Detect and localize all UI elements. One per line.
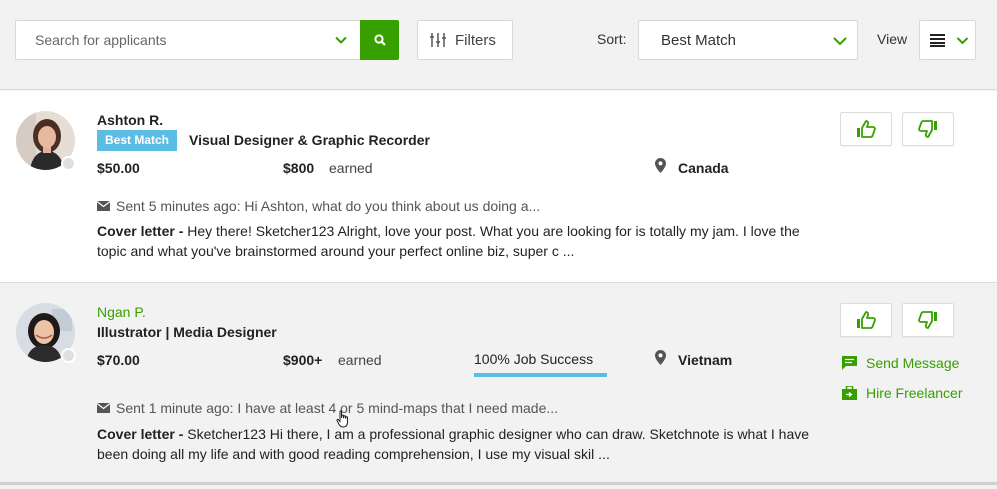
- hourly-rate: $70.00: [97, 352, 140, 368]
- envelope-icon: [97, 403, 110, 413]
- cover-letter-text: Sketcher123 Hi there, I am a professiona…: [97, 426, 810, 462]
- briefcase-icon: [842, 386, 857, 400]
- hourly-rate: $50.00: [97, 160, 140, 176]
- sort-value: Best Match: [661, 32, 737, 49]
- search-input[interactable]: [16, 21, 336, 59]
- search-icon: [373, 34, 386, 46]
- thumbs-up-icon: [857, 311, 876, 329]
- applicants-toolbar: Filters Sort: Best Match View: [0, 0, 997, 90]
- cover-letter-label: Cover letter -: [97, 223, 184, 239]
- cover-letter-text: Hey there! Sketcher123 Alright, love you…: [97, 223, 800, 259]
- envelope-icon: [97, 201, 110, 211]
- sort-select[interactable]: Best Match: [638, 20, 858, 60]
- send-message-link[interactable]: Send Message: [842, 355, 959, 371]
- chevron-down-icon: [833, 37, 847, 46]
- send-message-label: Send Message: [866, 355, 960, 371]
- applicant-name[interactable]: Ngan P.: [97, 304, 146, 320]
- chat-icon: [842, 356, 857, 370]
- filters-icon: [430, 33, 446, 47]
- thumbs-down-button[interactable]: [902, 303, 954, 337]
- earned-label: earned: [329, 160, 373, 176]
- map-pin-icon: [655, 350, 666, 365]
- applicant-title: Illustrator | Media Designer: [97, 324, 277, 340]
- sort-label: Sort:: [597, 31, 627, 47]
- cover-letter-label: Cover letter -: [97, 426, 184, 442]
- thumbs-down-icon: [918, 120, 937, 138]
- best-match-badge: Best Match: [97, 130, 178, 151]
- view-label: View: [877, 31, 908, 47]
- applicant-location: Vietnam: [678, 352, 733, 368]
- job-success-score: 100% Job Success: [474, 351, 607, 377]
- earned-amount: $900+: [283, 352, 323, 368]
- thumbs-up-button[interactable]: [840, 112, 892, 146]
- applicant-location: Canada: [678, 160, 729, 176]
- hand-cursor-icon: [336, 410, 348, 428]
- sent-message[interactable]: Sent 1 minute ago: I have at least 4 or …: [97, 400, 558, 416]
- thumbs-up-icon: [857, 120, 876, 138]
- hire-freelancer-link[interactable]: Hire Freelancer: [842, 385, 962, 401]
- applicant-card[interactable]: Ashton R. Best Match Visual Designer & G…: [0, 91, 997, 283]
- cover-letter[interactable]: Cover letter - Sketcher123 Hi there, I a…: [97, 424, 817, 464]
- thumbs-down-icon: [918, 311, 937, 329]
- search-box: [15, 20, 399, 60]
- filters-label: Filters: [455, 31, 496, 49]
- online-status-indicator: [61, 348, 76, 363]
- search-button[interactable]: [360, 20, 399, 60]
- sent-message-text: Sent 5 minutes ago: Hi Ashton, what do y…: [116, 198, 541, 214]
- online-status-indicator: [61, 156, 76, 171]
- list-view-icon: [930, 34, 945, 47]
- map-pin-icon: [655, 158, 666, 173]
- earned-label: earned: [338, 352, 382, 368]
- thumbs-up-button[interactable]: [840, 303, 892, 337]
- earned-amount: $800: [283, 160, 315, 176]
- applicant-title: Visual Designer & Graphic Recorder: [189, 132, 430, 148]
- filters-button[interactable]: Filters: [417, 20, 513, 60]
- applicant-name[interactable]: Ashton R.: [97, 112, 163, 128]
- chevron-down-icon: [956, 37, 969, 45]
- chevron-down-icon[interactable]: [334, 33, 348, 47]
- sent-message[interactable]: Sent 5 minutes ago: Hi Ashton, what do y…: [97, 198, 540, 214]
- thumbs-down-button[interactable]: [902, 112, 954, 146]
- applicant-card[interactable]: Ngan P. Illustrator | Media Designer $70…: [0, 283, 997, 485]
- view-select[interactable]: [919, 20, 976, 60]
- hire-freelancer-label: Hire Freelancer: [866, 385, 963, 401]
- cover-letter[interactable]: Cover letter - Hey there! Sketcher123 Al…: [97, 221, 817, 261]
